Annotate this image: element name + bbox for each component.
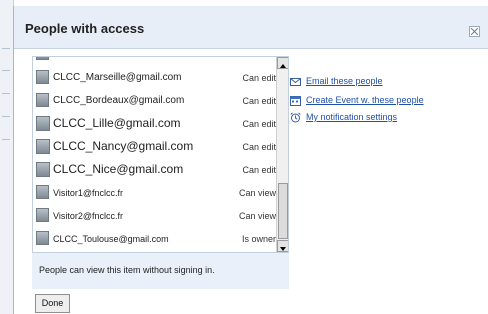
list-scrollbar[interactable] (276, 57, 288, 252)
alarm-clock-icon (290, 112, 301, 123)
envelope-icon (290, 78, 301, 86)
avatar (36, 208, 49, 222)
person-email: CLCC_Nice@gmail.com (53, 162, 184, 176)
person-email: Visitor1@fnclcc.fr (53, 188, 123, 198)
scroll-down-button[interactable] (277, 240, 288, 252)
avatar (36, 57, 49, 60)
action-label: My notification settings (306, 112, 398, 122)
list-item[interactable]: CLCC_Nancy@gmail.com Can edit (33, 135, 278, 157)
done-button[interactable]: Done (35, 294, 70, 313)
calendar-icon (290, 96, 301, 106)
person-role: Can view (238, 211, 276, 221)
public-access-note: People can view this item without signin… (39, 265, 215, 275)
background-line (2, 70, 10, 71)
person-role: Is owner (241, 234, 276, 244)
people-with-access-dialog: People with access CLCC_Marseille@gmail.… (13, 6, 488, 314)
scroll-up-button[interactable] (277, 57, 288, 69)
person-email: CLCC_Toulouse@gmail.com (53, 234, 169, 244)
background-page-strip (0, 0, 14, 314)
background-line (2, 93, 10, 94)
action-label: Email these people (306, 76, 383, 86)
avatar (36, 231, 49, 245)
arrow-up-icon (280, 64, 286, 68)
dialog-title: People with access (25, 21, 145, 36)
dialog-titlebar: People with access (14, 6, 488, 49)
person-role: Can edit (242, 96, 276, 106)
person-role: Can edit (242, 165, 276, 175)
person-role: Can edit (242, 142, 276, 152)
person-email: CLCC_Bordeaux@gmail.com (53, 95, 185, 106)
avatar (36, 139, 50, 154)
avatar (36, 116, 50, 131)
person-email: CLCC_Nancy@gmail.com (53, 139, 194, 153)
person-email: CLCC_Marseille@gmail.com (53, 72, 182, 83)
close-icon (471, 28, 478, 35)
person-email: Visitor2@fnclcc.fr (53, 211, 123, 221)
avatar (36, 93, 49, 107)
background-line (2, 116, 10, 117)
background-line (2, 139, 10, 140)
arrow-down-icon (280, 247, 286, 251)
person-role: Can view (238, 188, 276, 198)
action-label: Create Event w. these people (306, 95, 424, 105)
avatar (36, 185, 49, 199)
scroll-thumb[interactable] (278, 183, 288, 239)
avatar (36, 162, 50, 177)
background-line (2, 48, 10, 49)
access-list-panel: CLCC_Marseille@gmail.com Can edit CLCC_B… (32, 56, 289, 289)
list-item[interactable]: CLCC_Bordeaux@gmail.com Can edit (33, 89, 278, 111)
list-item[interactable]: Visitor1@fnclcc.fr Can view (33, 181, 278, 203)
person-role: Can edit (242, 119, 276, 129)
person-role: Can edit (242, 73, 276, 83)
people-list[interactable]: CLCC_Marseille@gmail.com Can edit CLCC_B… (32, 56, 289, 253)
list-item[interactable]: CLCC_Nice@gmail.com Can edit (33, 158, 278, 180)
avatar (36, 70, 49, 84)
list-item[interactable] (33, 57, 278, 64)
list-item[interactable]: CLCC_Lille@gmail.com Can edit (33, 112, 278, 134)
list-item[interactable]: Visitor2@fnclcc.fr Can view (33, 204, 278, 226)
person-email: CLCC_Lille@gmail.com (53, 116, 181, 130)
list-item[interactable]: CLCC_Marseille@gmail.com Can edit (33, 66, 278, 88)
close-button[interactable] (469, 26, 480, 37)
list-item[interactable]: CLCC_Toulouse@gmail.com Is owner (33, 227, 278, 249)
